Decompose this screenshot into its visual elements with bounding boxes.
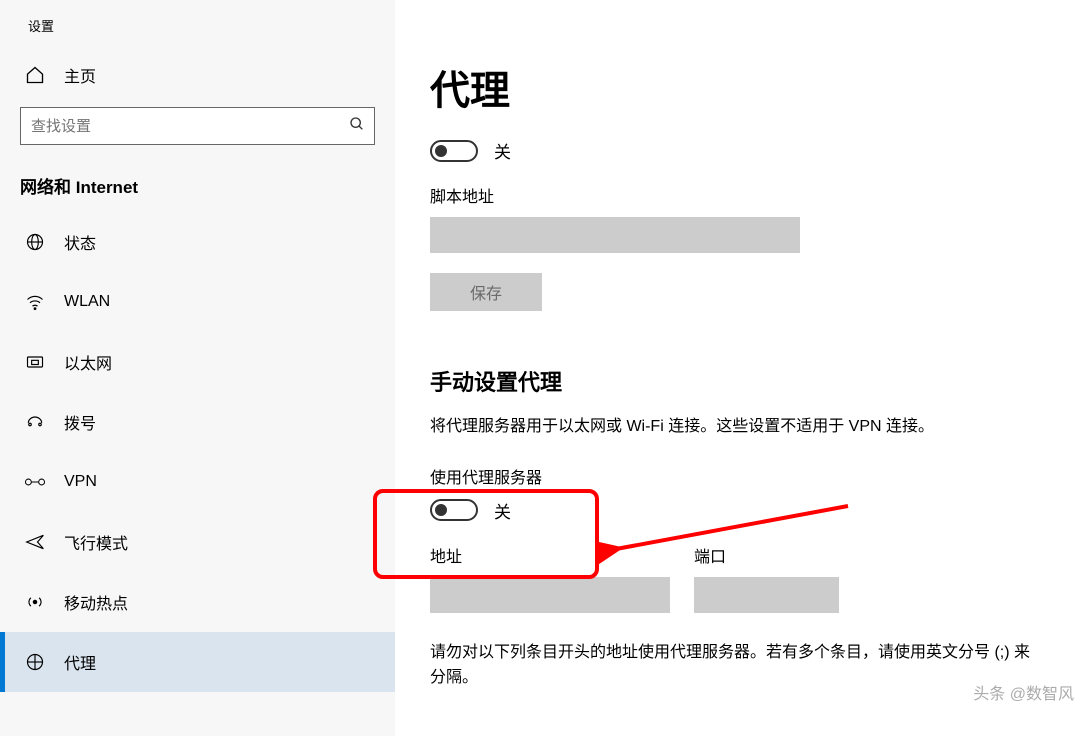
script-address-label: 脚本地址 <box>430 183 1086 207</box>
sidebar-item-label: WLAN <box>64 293 110 311</box>
sidebar-item-label: 移动热点 <box>64 590 128 614</box>
search-input[interactable] <box>20 107 375 145</box>
sidebar-item-label: 以太网 <box>64 350 112 374</box>
sidebar: 设置 主页 网络和 Internet 状态 WLAN 以太网 <box>0 0 395 736</box>
port-label: 端口 <box>694 543 839 567</box>
auto-detect-toggle[interactable] <box>430 140 478 162</box>
search-wrap <box>20 107 375 145</box>
save-button[interactable]: 保存 <box>430 273 542 311</box>
sidebar-item-label: 拨号 <box>64 410 96 434</box>
use-proxy-toggle-row: 关 <box>430 498 1086 523</box>
sidebar-item-label: VPN <box>64 473 97 491</box>
sidebar-item-vpn[interactable]: VPN <box>0 452 395 512</box>
wifi-icon <box>24 292 46 312</box>
watermark: 头条 @数智风 <box>973 680 1074 704</box>
manual-section-desc: 将代理服务器用于以太网或 Wi-Fi 连接。这些设置不适用于 VPN 连接。 <box>430 415 990 440</box>
auto-detect-toggle-row: 关 <box>430 138 1086 163</box>
category-title: 网络和 Internet <box>0 161 395 212</box>
script-address-input[interactable] <box>430 217 800 253</box>
address-label: 地址 <box>430 543 670 567</box>
sidebar-item-hotspot[interactable]: 移动热点 <box>0 572 395 632</box>
address-input[interactable] <box>430 577 670 613</box>
use-proxy-toggle-state: 关 <box>494 498 511 523</box>
home-label: 主页 <box>64 63 96 87</box>
dialup-icon <box>24 412 46 432</box>
sidebar-item-wlan[interactable]: WLAN <box>0 272 395 332</box>
airplane-icon <box>24 532 46 552</box>
manual-section-title: 手动设置代理 <box>430 365 1086 397</box>
search-icon <box>349 116 365 136</box>
proxy-icon <box>24 652 46 672</box>
exclude-note: 请勿对以下列条目开头的地址使用代理服务器。若有多个条目，请使用英文分号 (;) … <box>430 641 1030 691</box>
sidebar-item-label: 飞行模式 <box>64 530 128 554</box>
page-title: 代理 <box>430 58 1086 116</box>
sidebar-item-label: 代理 <box>64 650 96 674</box>
main-content: 代理 关 脚本地址 保存 手动设置代理 将代理服务器用于以太网或 Wi-Fi 连… <box>430 0 1086 736</box>
app-title: 设置 <box>0 12 395 45</box>
sidebar-item-ethernet[interactable]: 以太网 <box>0 332 395 392</box>
sidebar-item-status[interactable]: 状态 <box>0 212 395 272</box>
sidebar-item-proxy[interactable]: 代理 <box>0 632 395 692</box>
home-nav[interactable]: 主页 <box>0 45 395 97</box>
home-icon <box>24 65 46 85</box>
auto-detect-toggle-state: 关 <box>494 138 511 163</box>
port-input[interactable] <box>694 577 839 613</box>
sidebar-item-dialup[interactable]: 拨号 <box>0 392 395 452</box>
hotspot-icon <box>24 592 46 612</box>
globe-icon <box>24 232 46 252</box>
vpn-icon <box>24 473 46 491</box>
sidebar-item-airplane[interactable]: 飞行模式 <box>0 512 395 572</box>
sidebar-item-label: 状态 <box>64 230 96 254</box>
use-proxy-label: 使用代理服务器 <box>430 464 1086 488</box>
use-proxy-toggle[interactable] <box>430 499 478 521</box>
ethernet-icon <box>24 352 46 372</box>
